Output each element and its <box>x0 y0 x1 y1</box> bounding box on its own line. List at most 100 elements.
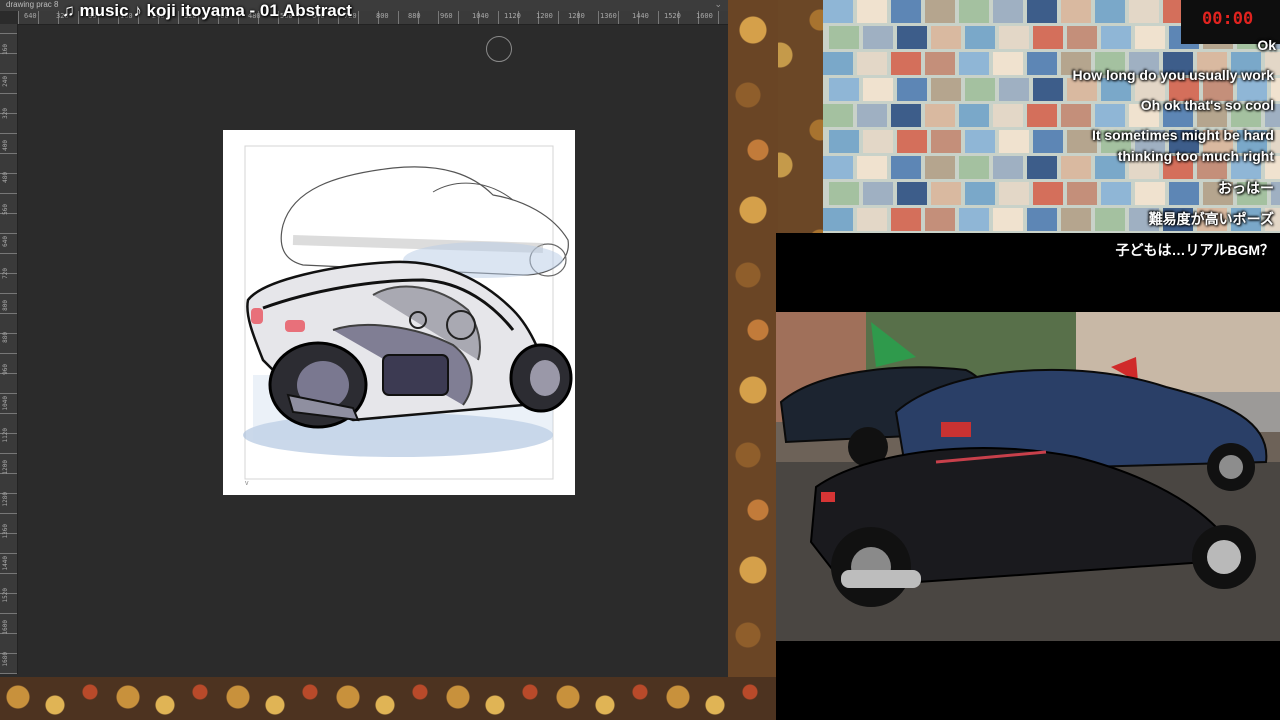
ruler-h-tick-label: 1120 <box>504 12 521 20</box>
collage-tile <box>1061 208 1091 231</box>
collage-tile <box>993 0 1023 23</box>
chat-message: Ok <box>1257 37 1276 53</box>
trike-sketch: v <box>243 145 573 487</box>
ruler-v-tick-label: 880 <box>2 332 9 343</box>
ruler-v-tick-label: 1680 <box>2 652 9 667</box>
collage-tile <box>925 156 955 179</box>
collage-tile <box>1095 208 1125 231</box>
collage-tile <box>823 104 853 127</box>
collage-tile <box>999 130 1029 153</box>
ruler-v-tick-label: 320 <box>2 108 9 119</box>
collage-tile <box>1061 156 1091 179</box>
ruler-v-tick-label: 1360 <box>2 524 9 539</box>
ruler-h-tick-label: 880 <box>408 12 421 20</box>
collage-tile <box>857 52 887 75</box>
collage-tile <box>1135 26 1165 49</box>
ruler-v-tick-label: 800 <box>2 300 9 311</box>
ruler-h-tick-label: 1040 <box>472 12 489 20</box>
chevron-down-icon[interactable]: ⌄ <box>714 0 722 10</box>
collage-tile <box>891 0 921 23</box>
collage-tile <box>1033 130 1063 153</box>
ruler-h-tick-label: 1360 <box>600 12 617 20</box>
timer-value: 00:00 <box>1202 9 1254 29</box>
collage-tile <box>857 156 887 179</box>
collage-tile <box>1027 104 1057 127</box>
chat-message: おっはー <box>1218 180 1274 196</box>
ruler-v-tick-label: 720 <box>2 268 9 279</box>
collage-tile <box>1027 208 1057 231</box>
svg-text:v: v <box>245 480 249 487</box>
collage-tile <box>1101 182 1131 205</box>
ruler-v-tick-label: 240 <box>2 76 9 87</box>
ruler-h-tick-label: 640 <box>24 12 37 20</box>
chat-message: 子どもは…リアルBGM？ <box>1115 242 1274 258</box>
collage-tile <box>1027 52 1057 75</box>
collage-tile <box>1067 26 1097 49</box>
drawing-canvas[interactable]: v <box>223 130 575 495</box>
brush-cursor-icon <box>486 36 512 62</box>
collage-tile <box>863 78 893 101</box>
collage-tile <box>863 182 893 205</box>
collage-tile <box>829 130 859 153</box>
collage-tile <box>931 182 961 205</box>
collage-tile <box>965 26 995 49</box>
ruler-h-tick-label: 1520 <box>664 12 681 20</box>
collage-tile <box>1129 0 1159 23</box>
collage-tile <box>999 26 1029 49</box>
collage-tile <box>931 78 961 101</box>
collage-tile <box>1095 104 1125 127</box>
collage-tile <box>863 130 893 153</box>
ruler-h-tick-label: 1440 <box>632 12 649 20</box>
collage-tile <box>931 26 961 49</box>
ruler-v-tick-label: 560 <box>2 204 9 215</box>
collage-tile <box>823 156 853 179</box>
now-playing-text: ♫ music ♪ koji itoyama - 01 Abstract <box>62 1 352 20</box>
collage-tile <box>897 26 927 49</box>
collage-tile <box>1061 104 1091 127</box>
collage-tile <box>993 208 1023 231</box>
collage-tile <box>993 104 1023 127</box>
ruler-h-tick-label: 1600 <box>696 12 713 20</box>
collage-tile <box>965 182 995 205</box>
collage-tile <box>959 52 989 75</box>
collage-tile <box>959 156 989 179</box>
collage-tile <box>1033 182 1063 205</box>
ruler-v-tick-label: 1040 <box>2 396 9 411</box>
collage-tile <box>891 208 921 231</box>
collage-tile <box>1027 156 1057 179</box>
ruler-v-tick-label: 960 <box>2 364 9 375</box>
ruler-h-tick-label: 960 <box>440 12 453 20</box>
pattern-strip-bottom <box>0 677 776 720</box>
collage-tile <box>959 208 989 231</box>
collage-tile <box>857 0 887 23</box>
collage-tile <box>1033 78 1063 101</box>
collage-tile <box>959 104 989 127</box>
collage-tile <box>965 78 995 101</box>
collage-tile <box>829 26 859 49</box>
ruler-h-tick-label: 800 <box>376 12 389 20</box>
collage-tile <box>829 182 859 205</box>
collage-tile <box>823 52 853 75</box>
ruler-v-tick-label: 160 <box>2 44 9 55</box>
collage-tile <box>1061 0 1091 23</box>
ruler-v-tick-label: 640 <box>2 236 9 247</box>
collage-tile <box>863 26 893 49</box>
collage-tile <box>1067 182 1097 205</box>
collage-tile <box>1027 0 1057 23</box>
collage-tile <box>959 0 989 23</box>
collage-tile <box>925 52 955 75</box>
ruler-v-tick-label: 1280 <box>2 492 9 507</box>
ruler-v-tick-label: 1440 <box>2 556 9 571</box>
pattern-strip-right <box>728 0 778 677</box>
collage-tile <box>931 130 961 153</box>
ruler-v-tick-label: 1120 <box>2 428 9 443</box>
drawing-app-window: drawing prac 8 ⌄ 640 320 80 160 240 320 400 480… <box>0 0 728 677</box>
collage-tile <box>999 78 1029 101</box>
collage-tile <box>925 104 955 127</box>
document-tab-label: drawing prac 8 <box>6 0 59 9</box>
collage-tile <box>829 78 859 101</box>
collage-tile <box>897 130 927 153</box>
ruler-h-tick-label: 1280 <box>568 12 585 20</box>
collage-tile <box>823 208 853 231</box>
collage-tile <box>993 52 1023 75</box>
